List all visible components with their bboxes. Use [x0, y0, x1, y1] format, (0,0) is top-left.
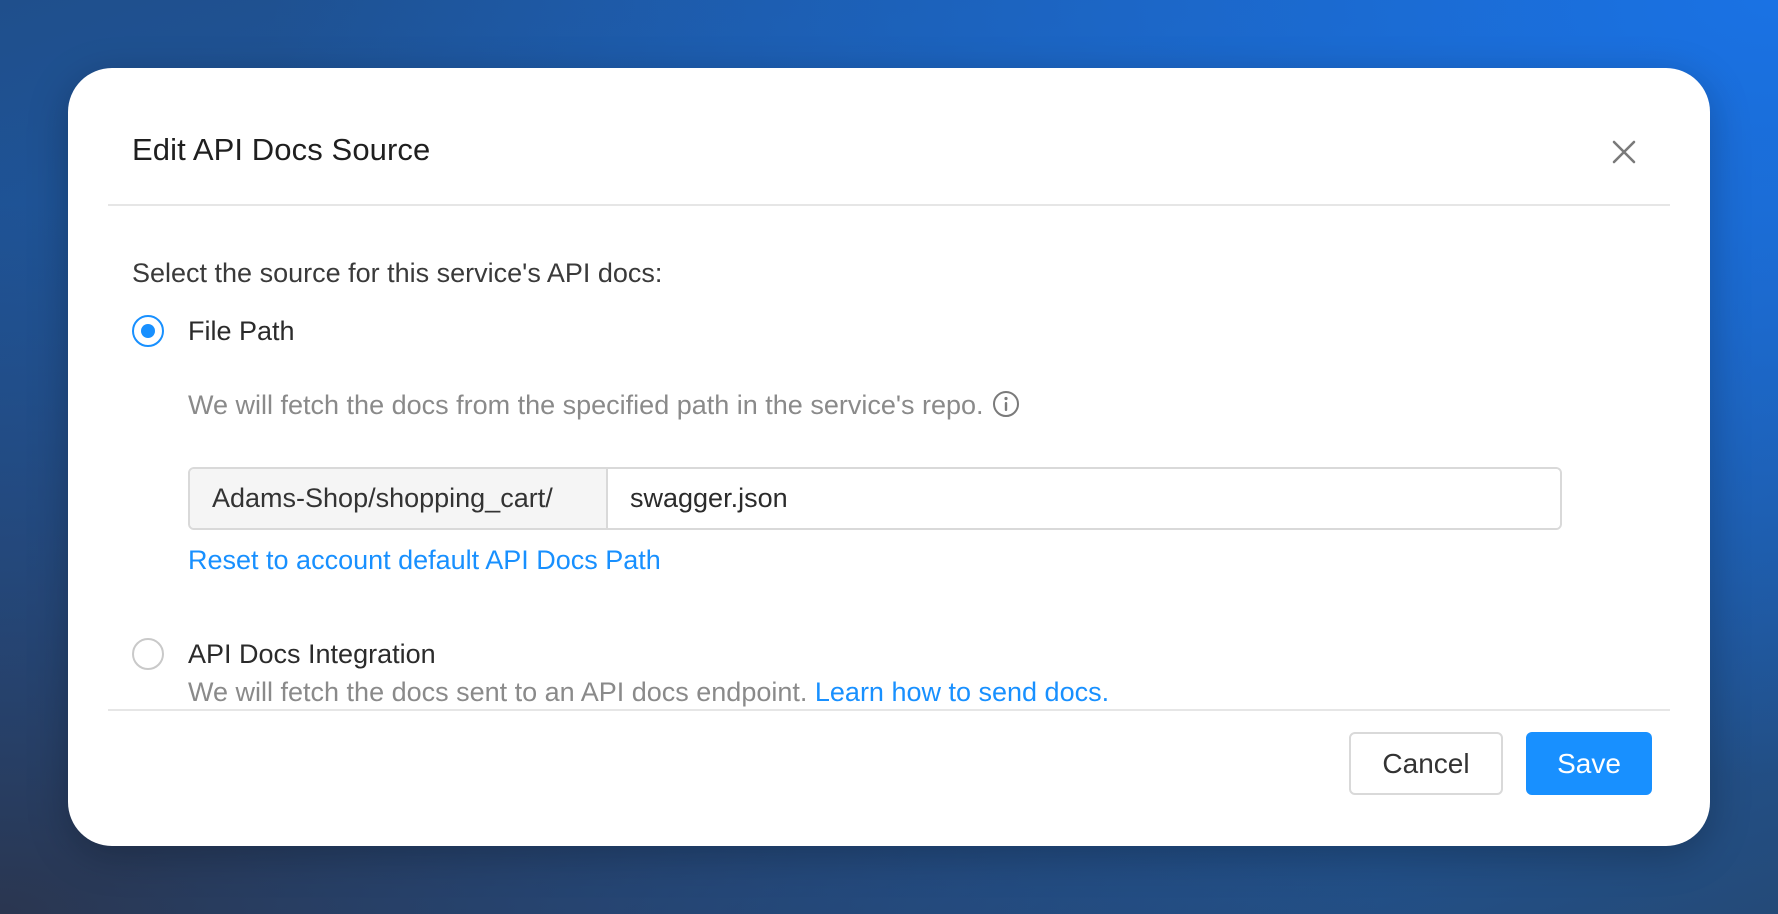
- dialog-title: Edit API Docs Source: [132, 132, 431, 167]
- api-docs-integration-label[interactable]: API Docs Integration: [188, 639, 436, 670]
- file-path-input-group: Adams-Shop/shopping_cart/: [188, 467, 1562, 530]
- file-path-description: We will fetch the docs from the specifie…: [188, 390, 1020, 421]
- dialog-header: Edit API Docs Source: [108, 68, 1670, 206]
- path-prefix: Adams-Shop/shopping_cart/: [190, 469, 608, 528]
- cancel-button[interactable]: Cancel: [1349, 732, 1503, 795]
- info-icon[interactable]: [992, 390, 1020, 418]
- close-icon: [1612, 140, 1636, 164]
- file-path-description-text: We will fetch the docs from the specifie…: [188, 390, 984, 420]
- save-button[interactable]: Save: [1526, 732, 1652, 795]
- file-path-label[interactable]: File Path: [188, 316, 295, 347]
- api-docs-integration-description-text: We will fetch the docs sent to an API do…: [188, 677, 808, 707]
- source-prompt: Select the source for this service's API…: [132, 258, 663, 288]
- file-path-input[interactable]: [608, 469, 1560, 528]
- api-docs-integration-description: We will fetch the docs sent to an API do…: [188, 677, 1109, 708]
- file-path-radio[interactable]: [132, 315, 164, 347]
- footer-divider: [108, 709, 1670, 711]
- reset-path-link[interactable]: Reset to account default API Docs Path: [188, 545, 661, 576]
- edit-api-docs-dialog: Edit API Docs Source Select the source f…: [68, 68, 1710, 846]
- api-docs-integration-radio[interactable]: [132, 638, 164, 670]
- learn-send-docs-link[interactable]: Learn how to send docs.: [815, 677, 1109, 707]
- close-button[interactable]: [1606, 134, 1642, 170]
